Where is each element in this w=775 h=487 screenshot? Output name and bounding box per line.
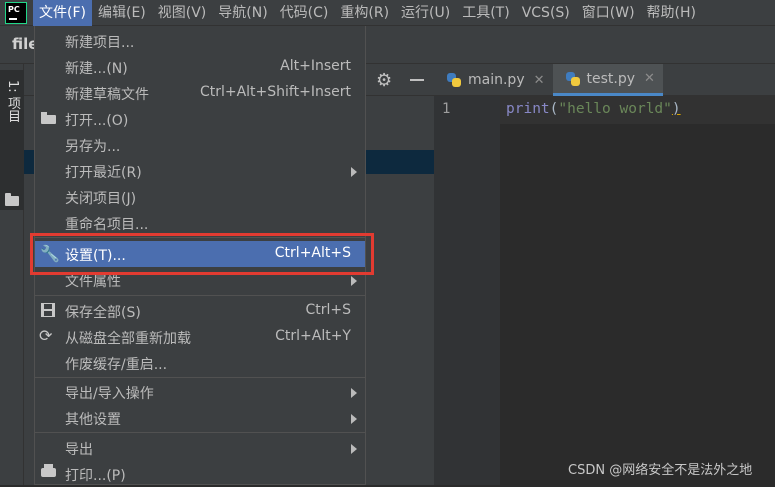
annotation-highlight-box: [30, 233, 374, 275]
editor-area: main.py ✕ test.py ✕ 1 print("hello world…: [434, 64, 775, 485]
menu-tools[interactable]: 工具(T): [456, 0, 515, 26]
menu-item-label: 新建草稿文件: [65, 87, 149, 103]
project-tool-tab[interactable]: 1: 项目: [0, 70, 24, 210]
submenu-arrow-icon: [351, 167, 357, 177]
folder-open-icon: [39, 110, 57, 128]
menu-item-label: 导出: [65, 442, 93, 458]
menu-item-save-all[interactable]: 保存全部(S) Ctrl+S: [35, 298, 365, 324]
menu-item-new-scratch[interactable]: 新建草稿文件 Ctrl+Alt+Shift+Insert: [35, 80, 365, 106]
watermark: CSDN @网络安全不是法外之地: [568, 463, 753, 478]
submenu-arrow-icon: [351, 388, 357, 398]
left-tool-strip: 1: 项目: [0, 64, 24, 485]
close-icon[interactable]: ✕: [644, 71, 655, 86]
menu-item-label: 其他设置: [65, 412, 121, 428]
menu-vcs[interactable]: VCS(S): [516, 0, 576, 26]
save-icon: [39, 302, 57, 320]
tab-label: test.py: [586, 70, 636, 87]
menu-file[interactable]: 文件(F): [33, 0, 92, 26]
submenu-arrow-icon: [351, 414, 357, 424]
menu-item-close-project[interactable]: 关闭项目(J): [35, 184, 365, 210]
menu-item-label: 另存为...: [65, 139, 121, 155]
menu-item-shortcut: Ctrl+Alt+Shift+Insert: [199, 84, 351, 100]
menu-window[interactable]: 窗口(W): [576, 0, 641, 26]
menu-item-open[interactable]: 打开...(O): [35, 106, 365, 132]
menu-separator: [35, 295, 365, 296]
code-line[interactable]: print("hello world"): [506, 101, 681, 117]
code-paren-close: ): [671, 101, 681, 117]
tab-label: main.py: [468, 72, 525, 88]
menu-bar: PC 文件(F) 编辑(E) 视图(V) 导航(N) 代码(C) 重构(R) 运…: [0, 0, 775, 26]
menu-item-label: 保存全部(S): [65, 305, 141, 321]
menu-item-save-as[interactable]: 另存为...: [35, 132, 365, 158]
menu-item-label: 关闭项目(J): [65, 191, 137, 207]
menu-item-label: 打开...(O): [65, 113, 129, 129]
menu-code[interactable]: 代码(C): [274, 0, 335, 26]
menu-item-export[interactable]: 导出: [35, 435, 365, 461]
menu-separator: [35, 432, 365, 433]
menu-item-label: 从磁盘全部重新加载: [65, 331, 191, 347]
folder-icon: [5, 193, 19, 206]
menu-run[interactable]: 运行(U): [395, 0, 456, 26]
menu-item-new-project[interactable]: 新建项目...: [35, 28, 365, 54]
line-number: 1: [442, 101, 451, 117]
menu-item-reload-from-disk[interactable]: ⟳ 从磁盘全部重新加载 Ctrl+Alt+Y: [35, 324, 365, 350]
menu-item-export-import[interactable]: 导出/导入操作: [35, 379, 365, 405]
menu-item-label: 作废缓存/重启...: [65, 357, 168, 373]
pycharm-logo-icon: PC: [5, 1, 27, 24]
tab-test-py[interactable]: test.py ✕: [552, 64, 663, 96]
menu-item-open-recent[interactable]: 打开最近(R): [35, 158, 365, 184]
print-icon: [39, 464, 57, 483]
python-file-icon: [446, 72, 462, 88]
menu-item-label: 打印...(P): [65, 468, 126, 484]
sync-icon: ⟳: [39, 326, 53, 345]
menu-item-invalidate-caches[interactable]: 作废缓存/重启...: [35, 350, 365, 376]
menu-item-label: 导出/导入操作: [65, 386, 154, 402]
tab-main-py[interactable]: main.py ✕: [434, 64, 553, 96]
project-tab-label: 1: 项目: [5, 80, 20, 123]
minimize-icon[interactable]: [410, 79, 424, 81]
menu-navigate[interactable]: 导航(N): [212, 0, 273, 26]
submenu-arrow-icon: [351, 276, 357, 286]
code-function: print: [506, 101, 550, 117]
menu-view[interactable]: 视图(V): [152, 0, 213, 26]
menu-item-label: 新建项目...: [65, 35, 135, 51]
menu-item-label: 打开最近(R): [65, 165, 142, 181]
menu-edit[interactable]: 编辑(E): [92, 0, 152, 26]
line-gutter: [434, 96, 500, 485]
menu-separator: [35, 377, 365, 378]
menu-item-label: 新建...(N): [65, 61, 128, 77]
code-string: "hello world": [558, 101, 672, 117]
menu-item-new[interactable]: 新建...(N) Alt+Insert: [35, 54, 365, 80]
menu-item-shortcut: Ctrl+S: [305, 302, 351, 318]
menu-refactor[interactable]: 重构(R): [334, 0, 395, 26]
menu-item-shortcut: Alt+Insert: [280, 58, 351, 74]
menu-item-other-settings[interactable]: 其他设置: [35, 405, 365, 431]
menu-help[interactable]: 帮助(H): [641, 0, 702, 26]
close-icon[interactable]: ✕: [534, 73, 545, 88]
submenu-arrow-icon: [351, 444, 357, 454]
menu-item-label: 重命名项目...: [65, 217, 149, 233]
gear-icon[interactable]: ⚙: [376, 70, 392, 91]
python-file-icon: [565, 71, 581, 87]
menu-item-shortcut: Ctrl+Alt+Y: [275, 328, 351, 344]
menu-item-print[interactable]: 打印...(P): [35, 461, 365, 487]
editor-tabs: main.py ✕ test.py ✕: [434, 64, 775, 96]
